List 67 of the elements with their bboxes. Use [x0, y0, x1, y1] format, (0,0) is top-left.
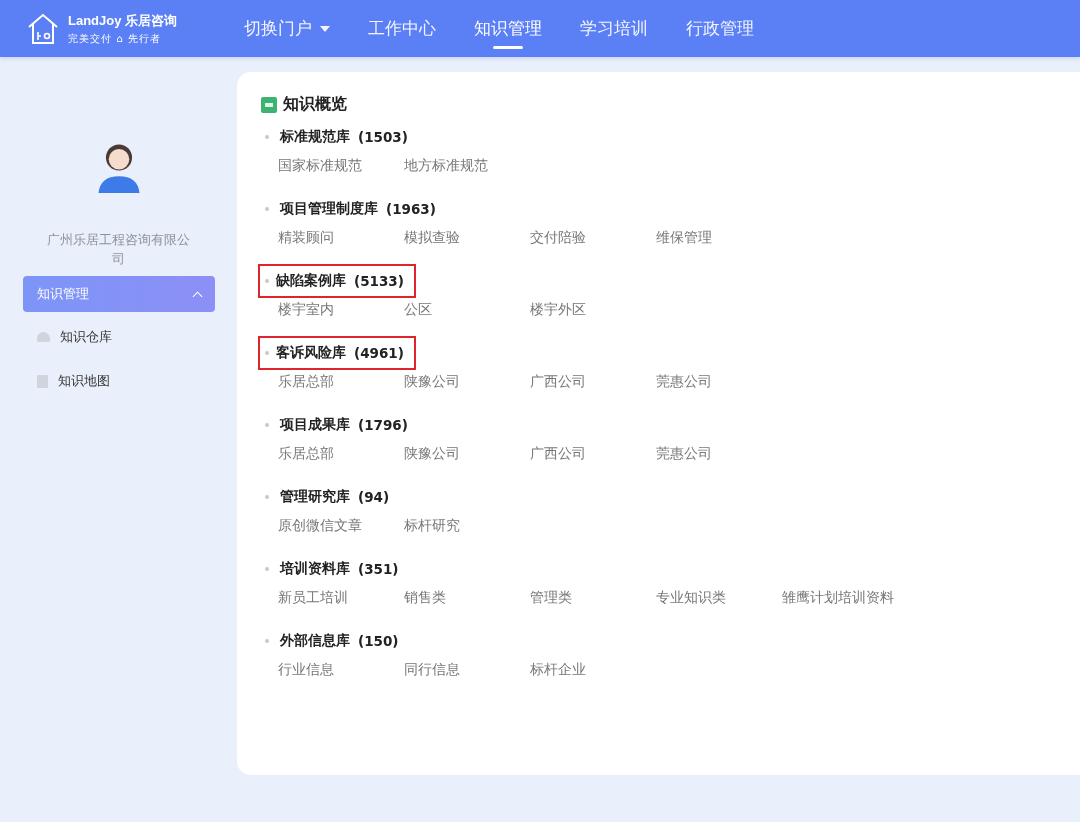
subcategory-link[interactable]: 管理类: [530, 589, 656, 607]
category-count: (1796): [358, 417, 408, 433]
subcategory-link[interactable]: 广西公司: [530, 373, 656, 391]
subcategory-link[interactable]: 行业信息: [278, 661, 404, 679]
menu-group[interactable]: 知识管理: [22, 276, 215, 312]
subcategory-link[interactable]: 精装顾问: [278, 229, 404, 247]
subcategory-link[interactable]: 乐居总部: [278, 445, 404, 463]
subcategory-link[interactable]: 广西公司: [530, 445, 656, 463]
category-title[interactable]: 外部信息库: [280, 632, 350, 650]
subcategory-link[interactable]: 楼宇室内: [278, 301, 404, 319]
subcategory-link[interactable]: 专业知识类: [656, 589, 782, 607]
subcategory-link[interactable]: 模拟查验: [404, 229, 530, 247]
subcategory-link[interactable]: 新员工培训: [278, 589, 404, 607]
subcategory-link[interactable]: 陕豫公司: [404, 373, 530, 391]
bullet-icon: [265, 351, 269, 355]
category-count: (1963): [386, 201, 436, 217]
category-count: (4961): [354, 345, 404, 361]
category-count: (351): [358, 561, 399, 577]
bullet-icon: [265, 279, 269, 283]
subcategory-link[interactable]: 雏鹰计划培训资料: [782, 589, 908, 607]
category-title[interactable]: 标准规范库: [280, 128, 350, 146]
caret-icon: [320, 25, 330, 32]
category-title[interactable]: 缺陷案例库: [276, 272, 346, 290]
subcategory-link[interactable]: 维保管理: [656, 229, 782, 247]
company-name: 广州乐居工程咨询有限公司: [46, 231, 191, 268]
house-logo-icon: [26, 11, 60, 46]
brand-slogan: 完美交付 ⌂ 先行者: [68, 31, 162, 46]
subcategory-link[interactable]: 销售类: [404, 589, 530, 607]
nav-tab[interactable]: 切换门户: [244, 0, 330, 57]
category-count: (150): [358, 633, 399, 649]
bullet-icon: [265, 567, 269, 571]
document-icon: [36, 374, 48, 388]
subcategory-link[interactable]: 标杆研究: [404, 517, 530, 535]
category-title[interactable]: 项目管理制度库: [280, 200, 378, 218]
subcategory-link[interactable]: 原创微信文章: [278, 517, 404, 535]
subcategory-link[interactable]: 交付陪验: [530, 229, 656, 247]
nav-tab[interactable]: 学习培训: [580, 0, 648, 57]
brand-name: LandJoy 乐居咨询: [68, 11, 178, 30]
section-title: 知识概览: [283, 94, 347, 115]
bullet-icon: [265, 495, 269, 499]
bullet-icon: [265, 135, 269, 139]
subcategory-link[interactable]: 地方标准规范: [404, 157, 530, 175]
bullet-icon: [265, 207, 269, 211]
subcategory-link[interactable]: 楼宇外区: [530, 301, 656, 319]
subcategory-link[interactable]: 国家标准规范: [278, 157, 404, 175]
subcategory-link[interactable]: 同行信息: [404, 661, 530, 679]
subcategory-link[interactable]: 莞惠公司: [656, 445, 782, 463]
category-count: (1503): [358, 129, 408, 145]
bullet-icon: [265, 423, 269, 427]
subcategory-link[interactable]: 公区: [404, 301, 530, 319]
category-title[interactable]: 培训资料库: [280, 560, 350, 578]
subcategory-link[interactable]: 莞惠公司: [656, 373, 782, 391]
category-count: (94): [358, 489, 390, 505]
menu-item[interactable]: 知识仓库: [22, 318, 215, 356]
nav-tab[interactable]: 工作中心: [368, 0, 436, 57]
subcategory-link[interactable]: 标杆企业: [530, 661, 656, 679]
menu-item[interactable]: 知识地图: [22, 362, 215, 400]
book-icon: [261, 96, 277, 113]
nav-tab[interactable]: 知识管理: [474, 0, 542, 57]
category-title[interactable]: 项目成果库: [280, 416, 350, 434]
category-title[interactable]: 客诉风险库: [276, 344, 346, 362]
nav-tab[interactable]: 行政管理: [686, 0, 754, 57]
subcategory-link[interactable]: 乐居总部: [278, 373, 404, 391]
category-count: (5133): [354, 273, 404, 289]
subcategory-link[interactable]: 陕豫公司: [404, 445, 530, 463]
bullet-icon: [265, 639, 269, 643]
category-title[interactable]: 管理研究库: [280, 488, 350, 506]
